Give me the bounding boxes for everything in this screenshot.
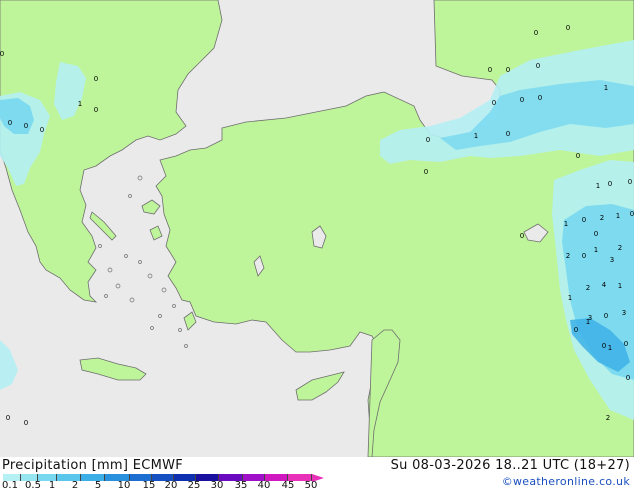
legend-tick-label: 25 — [187, 480, 201, 491]
precip-value-label: 0 — [24, 122, 28, 130]
precip-value-label: 0 — [538, 94, 542, 102]
legend-tick-label: 0.5 — [25, 480, 41, 491]
legend-tick-label: 45 — [281, 480, 295, 491]
precip-value-label: 0 — [8, 119, 12, 127]
precip-value-label: 0 — [604, 312, 608, 320]
precip-value-label: 2 — [566, 252, 570, 260]
legend-tick-label: 40 — [257, 480, 271, 491]
precip-value-label: 2 — [600, 214, 604, 222]
precip-value-label: 0 — [492, 99, 496, 107]
precip-value-label: 0 — [594, 230, 598, 238]
precipitation-map: 000001000100 0 00 0010001 0 00120102 02142 133 0… — [0, 0, 634, 457]
precip-value-label: 0 — [426, 136, 430, 144]
precip-value-label: 0 — [6, 414, 10, 422]
precip-value-label: 0 — [576, 152, 580, 160]
precip-value-label: 0 — [506, 66, 510, 74]
precip-value-label: 0 — [424, 168, 428, 176]
legend-tick-label: 20 — [164, 480, 178, 491]
precip-value-label: 0 — [520, 96, 524, 104]
precip-value-label: 1 — [596, 182, 600, 190]
precipitation-legend-ticks: 0.1 0.5 1 2 5 10 15 20 25 30 35 40 45 50 — [0, 480, 340, 492]
forecast-datetime: Su 08-03-2026 18..21 UTC (18+27) — [390, 458, 630, 473]
precip-value-label: 0 — [574, 326, 578, 334]
precip-value-label: 1 — [618, 282, 622, 290]
precip-value-label: 0 — [602, 342, 606, 350]
precip-value-label: 0 — [628, 178, 632, 186]
site-credit-link[interactable]: ©weatheronline.co.uk — [502, 475, 630, 488]
legend-tick-label: 0.1 — [2, 480, 18, 491]
legend-tick-label: 1 — [48, 480, 56, 491]
precip-value-label: 0 — [520, 232, 524, 240]
precip-value-label: 0 — [624, 340, 628, 348]
precip-value-label: 1 — [608, 344, 612, 352]
precip-value-label: 1 — [78, 100, 82, 108]
precip-value-label: 0 — [630, 210, 634, 218]
precip-value-label: 1 — [616, 212, 620, 220]
precip-value-label: 2 — [586, 284, 590, 292]
precip-value-label: 3 — [622, 309, 626, 317]
precip-value-label: 0 — [582, 252, 586, 260]
legend-tick-label: 10 — [117, 480, 131, 491]
precip-value-label: 1 — [564, 220, 568, 228]
legend-tick-label: 30 — [210, 480, 224, 491]
precip-value-label: 2 — [606, 414, 610, 422]
precip-value-label: 3 — [610, 256, 614, 264]
precip-value-label: 1 — [586, 318, 590, 326]
precip-value-label: 0 — [534, 29, 538, 37]
legend-tick-label: 50 — [304, 480, 318, 491]
precip-value-label: 1 — [474, 132, 478, 140]
legend-tick-label: 5 — [94, 480, 102, 491]
legend-tick-label: 15 — [142, 480, 156, 491]
precip-value-label: 0 — [582, 216, 586, 224]
precip-value-label: 0 — [40, 126, 44, 134]
precip-value-label: 0 — [566, 24, 570, 32]
precip-value-label: 0 — [488, 66, 492, 74]
precip-value-label: 0 — [536, 62, 540, 70]
legend-tick-label: 35 — [234, 480, 248, 491]
precip-value-label: 0 — [608, 180, 612, 188]
precip-value-label: 0 — [24, 419, 28, 427]
precip-value-label: 1 — [604, 84, 608, 92]
legend-tick-label: 2 — [71, 480, 79, 491]
precip-value-label: 0 — [626, 374, 630, 382]
map-title: Precipitation [mm] ECMWF — [2, 458, 184, 473]
precip-value-label: 1 — [594, 246, 598, 254]
precip-value-label: 0 — [506, 130, 510, 138]
precip-value-label: 0 — [94, 106, 98, 114]
precip-value-label: 4 — [602, 281, 607, 289]
precip-value-label: 0 — [0, 50, 4, 58]
precip-value-label: 1 — [568, 294, 572, 302]
precip-value-label: 2 — [618, 244, 622, 252]
precip-value-label: 0 — [94, 75, 98, 83]
